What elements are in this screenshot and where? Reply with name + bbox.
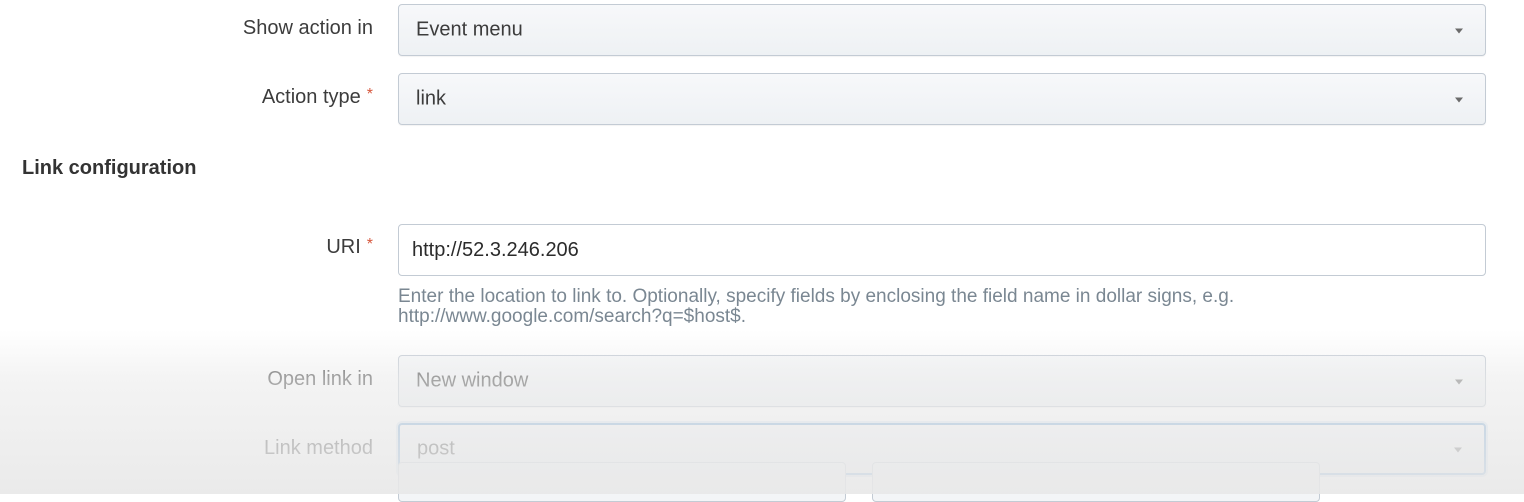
action-type-label-text: Action type [261,86,361,108]
uri-label-text: URI [326,236,361,258]
required-indicator: * [366,86,373,103]
post-argument-name-input[interactable] [398,462,846,502]
show-action-in-label: Show action in [242,17,373,39]
uri-help-text: Enter the location to link to. Optionall… [398,287,1458,327]
chevron-down-icon [1454,447,1462,453]
uri-help-line-2: http://www.google.com/search?q=$host$. [398,306,747,327]
post-argument-value-input[interactable] [872,462,1320,502]
link-method-value: post [417,437,455,460]
required-indicator: * [366,236,373,253]
chevron-down-icon [1455,97,1463,103]
chevron-down-icon [1455,28,1463,34]
open-link-in-label: Open link in [267,368,373,390]
show-action-in-value: Event menu [416,18,523,41]
action-type-label: Action type * [262,86,373,109]
uri-help-line-1: Enter the location to link to. Optionall… [398,286,1235,307]
chevron-down-icon [1455,379,1463,385]
open-link-in-select[interactable]: New window [398,355,1486,407]
open-link-in-value: New window [416,369,529,392]
show-action-in-select[interactable]: Event menu [398,4,1486,56]
uri-label: URI * [326,236,373,259]
link-method-label: Link method [264,437,373,459]
action-type-select[interactable]: link [398,73,1486,125]
link-configuration-heading: Link configuration [22,157,197,179]
uri-input[interactable] [398,224,1486,276]
field-action-form: Show action in Event menu Action type * l… [0,0,1524,502]
action-type-value: link [416,87,447,110]
